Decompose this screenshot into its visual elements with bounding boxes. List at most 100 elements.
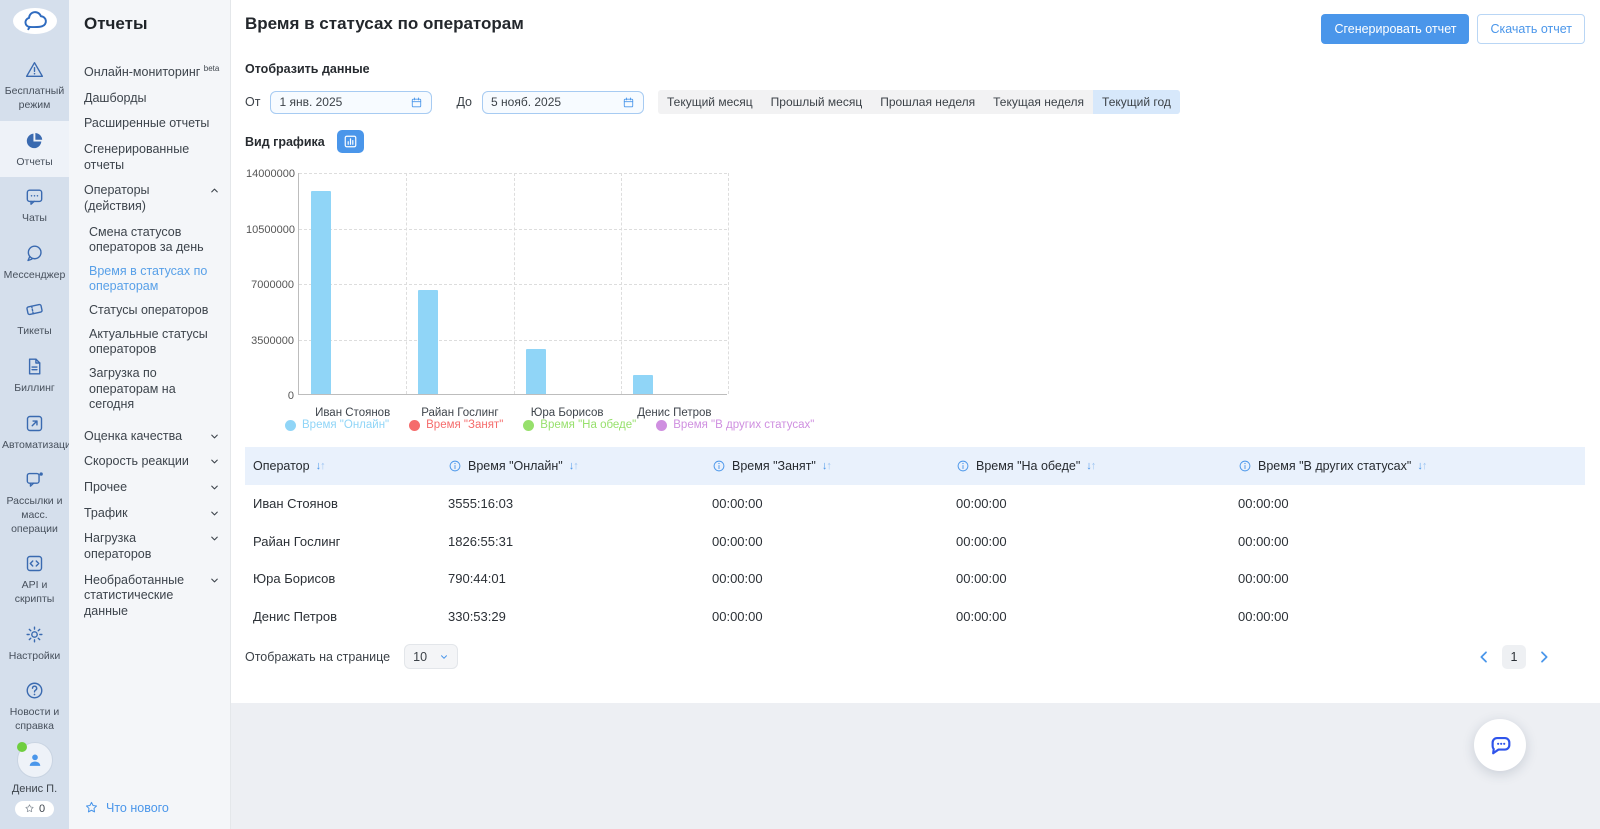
rail-item-label: Чаты [2, 212, 67, 226]
app-logo[interactable] [13, 8, 57, 34]
support-chat-button[interactable] [1474, 719, 1526, 771]
generate-report-button[interactable]: Сгенерировать отчет [1321, 14, 1469, 44]
whats-new-label: Что нового [106, 801, 169, 815]
sidebar-item-4[interactable]: Операторы (действия) [84, 183, 220, 214]
column-header-0[interactable]: Оператор↓↑ [253, 459, 448, 473]
chart-bar[interactable] [311, 191, 331, 394]
sort-icon: ↓↑ [822, 460, 831, 472]
rail-item-5[interactable]: Биллинг [0, 347, 69, 404]
chart-plot-area: 0350000070000001050000014000000Иван Стоя… [298, 173, 727, 395]
rail-item-2[interactable]: Чаты [0, 177, 69, 234]
icon-rail: Бесплатный режим Отчеты Чаты МессенджерТике… [0, 0, 69, 829]
rail-item-3[interactable]: Мессенджер [0, 234, 69, 291]
main-content: Время в статусах по операторам Сгенериро… [231, 0, 1600, 829]
rail-item-label: Бесплатный режим [2, 85, 67, 112]
table-row: Иван Стоянов3555:16:0300:00:0000:00:0000… [245, 485, 1585, 523]
menu-item-label: Трафик [84, 506, 128, 522]
chart-bar[interactable] [418, 290, 438, 394]
preset-2[interactable]: Прошлая неделя [871, 90, 984, 114]
rail-item-10[interactable]: Новости и справка [0, 671, 69, 741]
date-to-value: 5 нояб. 2025 [491, 95, 561, 109]
date-from-input[interactable]: 1 янв. 2025 [270, 91, 432, 114]
sidebar-item-10[interactable]: Оценка качества [84, 429, 220, 445]
bar-chart: 0350000070000001050000014000000Иван Стоя… [245, 167, 729, 417]
chevron-left-icon[interactable] [1476, 649, 1492, 665]
chart-bar[interactable] [633, 375, 653, 394]
broadcast-icon [24, 469, 45, 490]
table-cell: 00:00:00 [712, 534, 956, 549]
cloud-logo-icon [22, 8, 48, 34]
chart-gridline [621, 173, 622, 394]
menu-item-label: Операторы (действия) [84, 183, 205, 214]
gear-icon [24, 624, 45, 645]
rating-badge[interactable]: 0 [15, 801, 54, 817]
sidebar-item-8[interactable]: Актуальные статусы операторов [89, 327, 220, 358]
legend-dot [285, 420, 296, 431]
rail-user-block: Денис П. 0 [12, 742, 57, 829]
preset-0[interactable]: Текущий месяц [658, 90, 762, 114]
menu-item-label: Нагрузка операторов [84, 531, 205, 562]
billing-doc-icon [24, 356, 45, 377]
column-header-1[interactable]: Время "Онлайн"↓↑ [448, 459, 712, 473]
per-page-select[interactable]: 10 [404, 644, 458, 669]
legend-label: Время "В других статусах" [673, 419, 814, 431]
whats-new-link[interactable]: Что нового [84, 800, 220, 815]
page-background [231, 703, 1600, 829]
sidebar-item-13[interactable]: Трафик [84, 506, 220, 522]
rail-item-1[interactable]: Отчеты [0, 121, 69, 178]
x-axis-label: Юра Борисов [514, 407, 621, 419]
rail-item-0[interactable]: Бесплатный режим [0, 50, 69, 120]
sidebar-item-6[interactable]: Время в статусах по операторам [89, 264, 220, 295]
menu-item-label: Загрузка по операторам на сегодня [89, 366, 220, 413]
sidebar-item-15[interactable]: Необработанные статистические данные [84, 573, 220, 620]
bar-chart-type-button[interactable] [337, 130, 364, 153]
rail-item-6[interactable]: Автоматизация [0, 404, 69, 461]
sidebar-item-14[interactable]: Нагрузка операторов [84, 531, 220, 562]
operators-table: Оператор↓↑Время "Онлайн"↓↑Время "Занят"↓… [245, 447, 1585, 635]
rating-value: 0 [39, 803, 45, 815]
sort-icon: ↓↑ [569, 460, 578, 472]
avatar[interactable] [17, 742, 53, 778]
column-header-4[interactable]: Время "В других статусах"↓↑ [1238, 459, 1585, 473]
sort-icon: ↓↑ [1086, 460, 1095, 472]
sidebar-item-1[interactable]: Дашборды [84, 91, 220, 107]
legend-item-2[interactable]: Время "На обеде" [523, 419, 636, 431]
sidebar-item-12[interactable]: Прочее [84, 480, 220, 496]
x-axis-label: Денис Петров [621, 407, 728, 419]
column-header-3[interactable]: Время "На обеде"↓↑ [956, 459, 1238, 473]
preset-3[interactable]: Текущая неделя [984, 90, 1093, 114]
preset-4[interactable]: Текущий год [1093, 90, 1180, 114]
menu-item-label: Статусы операторов [89, 303, 208, 319]
legend-item-1[interactable]: Время "Занят" [409, 419, 503, 431]
chevron-right-icon[interactable] [1536, 649, 1552, 665]
rail-item-4[interactable]: Тикеты [0, 290, 69, 347]
messenger-icon [24, 243, 45, 264]
chart-bar[interactable] [526, 349, 546, 394]
date-to-input[interactable]: 5 нояб. 2025 [482, 91, 644, 114]
rail-item-8[interactable]: API и скрипты [0, 544, 69, 614]
display-data-label: Отобразить данные [245, 62, 1585, 76]
legend-item-0[interactable]: Время "Онлайн" [285, 419, 389, 431]
sidebar-item-0[interactable]: Онлайн-мониторинг beta [84, 64, 220, 81]
chart-view-label: Вид графика [245, 135, 325, 149]
sidebar-item-9[interactable]: Загрузка по операторам на сегодня [89, 366, 220, 413]
rail-item-7[interactable]: Рассылки и масс. операции [0, 460, 69, 544]
preset-1[interactable]: Прошлый месяц [762, 90, 872, 114]
sidebar-item-2[interactable]: Расширенные отчеты [84, 116, 220, 132]
download-report-button[interactable]: Скачать отчет [1477, 14, 1585, 44]
table-cell: 00:00:00 [956, 534, 1238, 549]
menu-item-label: Необработанные статистические данные [84, 573, 205, 620]
sidebar-item-5[interactable]: Смена статусов операторов за день [89, 225, 220, 256]
table-cell: Денис Петров [253, 609, 448, 624]
legend-label: Время "Занят" [426, 419, 503, 431]
sidebar-item-3[interactable]: Сгенерированные отчеты [84, 142, 220, 173]
pagination: 1 [1476, 645, 1585, 669]
rail-item-9[interactable]: Настройки [0, 615, 69, 672]
table-body: Иван Стоянов3555:16:0300:00:0000:00:0000… [245, 485, 1585, 635]
sidebar-item-7[interactable]: Статусы операторов [89, 303, 220, 319]
page-number[interactable]: 1 [1502, 645, 1526, 669]
legend-item-3[interactable]: Время "В других статусах" [656, 419, 814, 431]
sidebar-item-11[interactable]: Скорость реакции [84, 454, 220, 470]
bar-chart-icon [343, 134, 358, 149]
column-header-2[interactable]: Время "Занят"↓↑ [712, 459, 956, 473]
